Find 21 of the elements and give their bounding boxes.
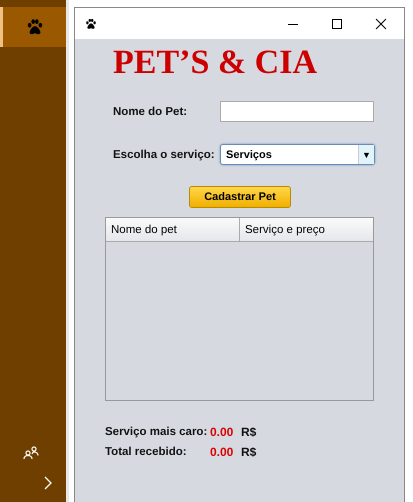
column-header[interactable]: Serviço e preço	[240, 218, 373, 241]
service-dropdown[interactable]: Serviços ▼	[220, 144, 375, 165]
currency-label: R$	[241, 425, 256, 439]
total-label: Total recebido:	[105, 446, 188, 458]
paw-icon	[85, 18, 97, 30]
column-header[interactable]: Nome do pet	[106, 218, 240, 241]
currency-label: R$	[241, 445, 256, 459]
total-label: Serviço mais caro:	[105, 426, 208, 438]
pet-name-field[interactable]	[220, 101, 374, 122]
chevron-icon[interactable]	[44, 476, 52, 490]
pet-name-label: Nome do Pet:	[113, 106, 188, 118]
app-title: PET’S & CIA	[113, 45, 318, 81]
total-amount: 0.00	[210, 445, 234, 459]
close-icon[interactable]	[375, 18, 387, 30]
people-icon[interactable]	[23, 446, 39, 460]
total-amount: 0.00	[210, 425, 234, 439]
sidebar-item[interactable]	[0, 7, 66, 47]
register-button[interactable]: Cadastrar Pet	[189, 186, 291, 208]
maximize-icon[interactable]	[331, 18, 343, 30]
service-label: Escolha o serviço:	[113, 148, 216, 160]
paw-icon	[26, 18, 44, 36]
